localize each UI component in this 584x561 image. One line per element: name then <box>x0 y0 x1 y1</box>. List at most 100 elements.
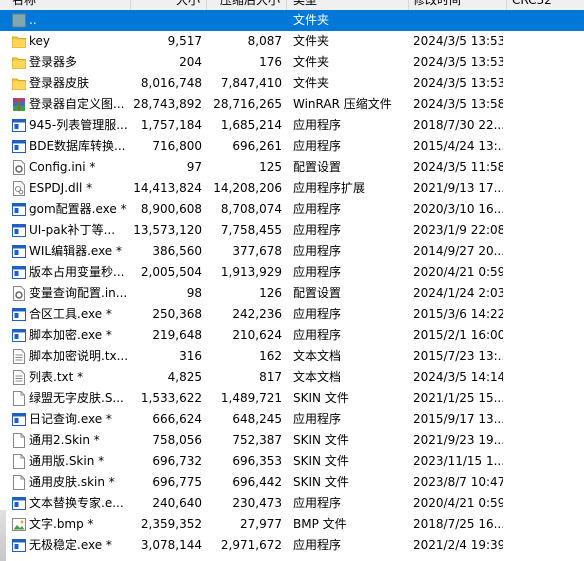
file-type: 文本文档 <box>293 349 342 363</box>
file-row[interactable]: 通用版.Skin * 696,732 696,353 SKIN 文件 2023/11/1… <box>0 451 584 472</box>
file-type: 应用程序 <box>293 223 342 237</box>
file-modified: 2024/3/5 13:53 <box>413 76 503 90</box>
file-row[interactable]: 通用皮肤.skin * 696,775 696,442 SKIN 文件 2023/8/7… <box>0 472 584 493</box>
file-packed-size: 1,489,721 <box>220 391 282 405</box>
column-type-header[interactable]: 类型 <box>293 0 317 10</box>
file-size: 758,056 <box>152 433 202 447</box>
file-modified: 2021/1/25 15... <box>413 391 503 405</box>
winrar-archive-icon <box>12 97 26 112</box>
text-file-icon <box>12 370 26 385</box>
column-size-header[interactable]: 大小 <box>176 0 200 10</box>
file-modified: 2015/3/6 14:22 <box>413 307 503 321</box>
file-size: 8,016,748 <box>140 76 202 90</box>
file-row[interactable]: gom配置器.exe * 8,900,608 8,708,074 应用程序 2020/3… <box>0 199 584 220</box>
file-size: 2,359,352 <box>140 517 202 531</box>
file-size: 240,640 <box>152 496 202 510</box>
column-separator[interactable] <box>130 0 131 10</box>
file-size: 13,573,120 <box>133 223 202 237</box>
file-packed-size: 242,236 <box>232 307 282 321</box>
file-row[interactable]: 945-列表管理服... 1,757,184 1,685,214 应用程序 2018/7… <box>0 115 584 136</box>
file-type: 应用程序 <box>293 202 342 216</box>
file-modified: 2024/3/5 13:53 <box>413 55 503 69</box>
column-header: 名称 大小 压缩后大小 类型 修改时间 CRC32 <box>0 0 584 10</box>
file-row[interactable]: 变量查询配置.in... 98 126 配置设置 2024/1/24 2:03 <box>0 283 584 304</box>
file-packed-size: 817 <box>259 370 282 384</box>
column-separator[interactable] <box>408 0 409 10</box>
window-edge <box>0 510 6 561</box>
file-row[interactable]: 脚本加密说明.tx... 316 162 文本文档 2015/7/23 13:... <box>0 346 584 367</box>
file-modified: 2021/9/13 17... <box>413 181 503 195</box>
file-row[interactable]: 列表.txt * 4,825 817 文本文档 2024/3/5 14:14 <box>0 367 584 388</box>
file-row[interactable]: 版本占用变量秒... 2,005,504 1,913,929 应用程序 2020/4/2… <box>0 262 584 283</box>
file-modified: 2024/3/5 13:58 <box>413 97 503 111</box>
column-separator[interactable] <box>206 0 207 10</box>
file-modified: 2024/3/5 11:58 <box>413 160 503 174</box>
column-name-header[interactable]: 名称 <box>12 0 36 10</box>
bmp-image-icon <box>12 517 26 532</box>
column-modified-header[interactable]: 修改时间 <box>413 0 461 10</box>
file-size: 219,648 <box>152 328 202 342</box>
file-name: 无极稳定.exe * <box>29 538 112 552</box>
file-packed-size: 696,261 <box>232 139 282 153</box>
file-row[interactable]: 文字.bmp * 2,359,352 27,977 BMP 文件 2018/7/25 1… <box>0 514 584 535</box>
file-name: 文本替换专家.e... <box>29 496 124 510</box>
file-name: .. <box>29 13 37 27</box>
file-packed-size: 8,708,074 <box>220 202 282 216</box>
file-size: 3,078,144 <box>140 538 202 552</box>
file-type: BMP 文件 <box>293 517 347 531</box>
file-row[interactable]: 登录器自定义图... 28,743,892 28,716,265 WinRAR 压缩文… <box>0 94 584 115</box>
file-packed-size: 27,977 <box>240 517 282 531</box>
file-modified: 2021/9/23 19... <box>413 433 503 447</box>
file-name: 945-列表管理服... <box>29 118 128 132</box>
blank-file-icon <box>12 433 26 448</box>
file-row[interactable]: key 9,517 8,087 文件夹 2024/3/5 13:53 <box>0 31 584 52</box>
file-name: 登录器皮肤 <box>29 76 90 90</box>
file-row[interactable]: 合区工具.exe * 250,368 242,236 应用程序 2015/3/6 14:… <box>0 304 584 325</box>
file-list: .. 文件夹 key 9,517 8,087 文件夹 2024/3/5 13:53 登录器多 2… <box>0 10 584 556</box>
file-size: 97 <box>186 160 202 174</box>
file-type: SKIN 文件 <box>293 391 349 405</box>
file-packed-size: 8,087 <box>247 34 282 48</box>
file-row[interactable]: Config.ini * 97 125 配置设置 2024/3/5 11:58 <box>0 157 584 178</box>
file-packed-size: 1,685,214 <box>220 118 282 132</box>
file-row[interactable]: 登录器多 204 176 文件夹 2024/3/5 13:53 <box>0 52 584 73</box>
application-icon <box>12 328 26 343</box>
file-name: 文字.bmp * <box>29 517 94 531</box>
file-row[interactable]: 通用2.Skin * 758,056 752,387 SKIN 文件 2021/9/23… <box>0 430 584 451</box>
file-row[interactable]: 无极稳定.exe * 3,078,144 2,971,672 应用程序 2021/2/4… <box>0 535 584 556</box>
application-icon <box>12 139 26 154</box>
file-modified: 2023/11/15 1... <box>413 454 503 468</box>
file-name: 版本占用变量秒... <box>29 265 125 279</box>
column-crc-header[interactable]: CRC32 <box>512 0 552 10</box>
file-name: 绿盟无字皮肤.S... <box>29 391 124 405</box>
file-modified: 2015/7/23 13:... <box>413 349 503 363</box>
application-icon <box>12 496 26 511</box>
file-row[interactable]: UI-pak补丁等... 13,573,120 7,758,455 应用程序 2023/… <box>0 220 584 241</box>
column-separator[interactable] <box>506 0 507 10</box>
file-size: 1,757,184 <box>140 118 202 132</box>
application-icon <box>12 202 26 217</box>
file-type: 文件夹 <box>293 34 330 48</box>
file-row[interactable]: ESPDJ.dll * 14,413,824 14,208,206 应用程序扩展 202… <box>0 178 584 199</box>
file-type: SKIN 文件 <box>293 454 349 468</box>
file-row[interactable]: 绿盟无字皮肤.S... 1,533,622 1,489,721 SKIN 文件 2021… <box>0 388 584 409</box>
file-size: 250,368 <box>152 307 202 321</box>
file-row[interactable]: 登录器皮肤 8,016,748 7,847,410 文件夹 2024/3/5 13:53 <box>0 73 584 94</box>
file-type: SKIN 文件 <box>293 433 349 447</box>
file-modified: 2015/4/24 13:... <box>413 139 503 153</box>
file-row[interactable]: BDE数据库转换... 716,800 696,261 应用程序 2015/4/24 1… <box>0 136 584 157</box>
file-packed-size: 230,473 <box>232 496 282 510</box>
file-row[interactable]: WIL编辑器.exe * 386,560 377,678 应用程序 2014/9/27 … <box>0 241 584 262</box>
file-modified <box>413 10 503 31</box>
file-name: Config.ini * <box>29 160 96 174</box>
file-row[interactable]: .. 文件夹 <box>0 10 584 31</box>
file-row[interactable]: 日记查询.exe * 666,624 648,245 应用程序 2015/9/17 13… <box>0 409 584 430</box>
file-type: 应用程序 <box>293 496 342 510</box>
application-icon <box>12 307 26 322</box>
file-row[interactable]: 脚本加密.exe * 219,648 210,624 应用程序 2015/2/1 16:… <box>0 325 584 346</box>
column-packed-header[interactable]: 压缩后大小 <box>220 0 280 10</box>
file-type: 文件夹 <box>293 55 330 69</box>
column-separator[interactable] <box>286 0 287 10</box>
file-row[interactable]: 文本替换专家.e... 240,640 230,473 应用程序 2020/4/21 0… <box>0 493 584 514</box>
file-name: 脚本加密说明.tx... <box>29 349 129 363</box>
